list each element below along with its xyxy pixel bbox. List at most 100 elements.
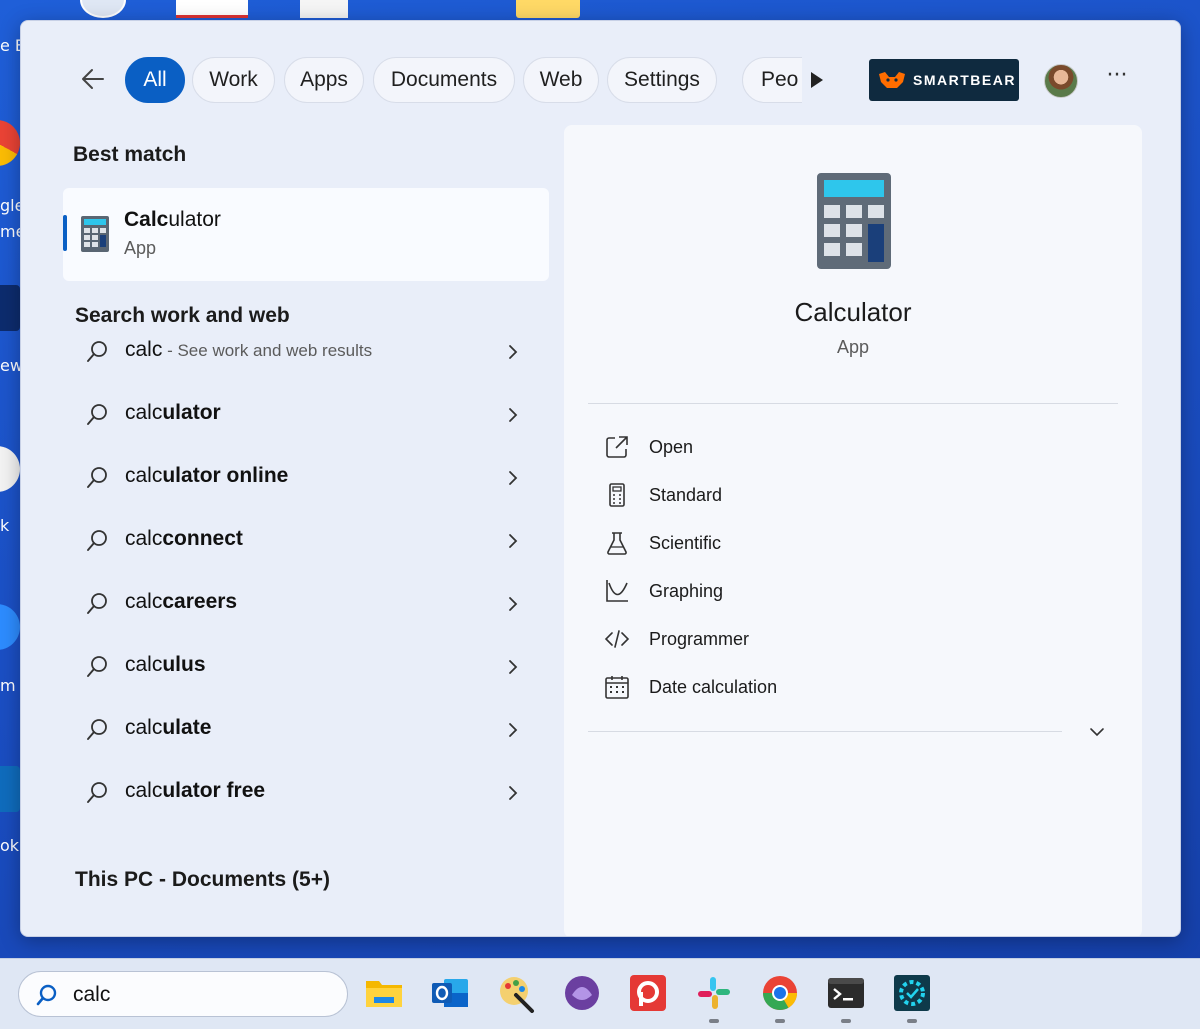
search-panel: All Work Apps Documents Web Settings Peo… [20,20,1181,937]
desktop-left-strip: e Bi gle me ew k m ok [0,0,20,960]
tab-settings[interactable]: Settings [607,57,717,103]
suggestion-row[interactable]: calculate [75,705,535,755]
suggestion-prefix: calc [125,464,163,487]
suggestion-prefix: calc [125,716,163,739]
suggestion-row[interactable]: calcconnect [75,516,535,566]
search-input[interactable] [73,980,333,1010]
desktop-document-icon[interactable] [300,0,348,18]
documents-heading[interactable]: This PC - Documents (5+) [75,868,330,892]
action-scientific[interactable]: Scientific [604,525,1004,561]
suggestion-row[interactable]: calculus [75,642,535,692]
pocket-casts-icon[interactable] [628,973,668,1013]
calculator-large-icon [817,173,891,269]
best-match-type: App [124,238,157,258]
org-logo[interactable]: SMARTBEAR [869,59,1019,101]
action-label: Graphing [649,581,724,601]
terminal-icon[interactable] [826,973,866,1013]
action-label: Scientific [649,533,722,553]
search-icon [87,719,107,740]
suggestion-text: calculate [125,716,211,740]
more-options-icon[interactable]: ··· [1103,65,1131,89]
tab-documents[interactable]: Documents [373,57,515,103]
suggestion-completion: ulator free [162,779,266,802]
chrome-desktop-icon[interactable] [0,120,20,166]
suggestion-completion: connect [162,527,243,550]
suggestion-text: calculator [125,401,221,425]
action-label: Standard [649,485,723,505]
code-icon [604,630,630,648]
settings-gear-icon[interactable] [892,973,932,1013]
chevron-right-icon[interactable] [507,469,519,487]
chevron-right-icon[interactable] [507,343,519,361]
tab-all[interactable]: All [125,57,185,103]
suggestion-row[interactable]: calc - See work and web results [75,327,535,377]
suggestion-hint: - See work and web results [162,341,373,360]
file-explorer-icon[interactable] [364,973,404,1013]
search-icon [87,656,107,677]
chevron-right-icon[interactable] [507,658,519,676]
chevron-right-icon[interactable] [507,595,519,613]
detail-title: Calculator [794,297,912,327]
desktop-shortcut-icon[interactable] [66,0,126,18]
outlook-icon[interactable] [430,973,470,1013]
chevron-right-icon[interactable] [507,532,519,550]
chevron-right-icon[interactable] [507,784,519,802]
matched-text: Calc [124,208,169,231]
chevron-right-icon[interactable] [507,721,519,739]
desktop-label: ew [0,356,20,375]
tab-apps[interactable]: Apps [284,57,364,103]
running-indicator [907,1019,917,1023]
paint-icon[interactable] [496,973,536,1013]
chevron-down-icon[interactable] [1088,725,1106,739]
app-detail-card: Calculator App Open Standard Scientific [564,125,1142,936]
suggestion-row[interactable]: calccareers [75,579,535,629]
suggestion-text: calcconnect [125,527,243,551]
taskbar [0,958,1200,1029]
action-open[interactable]: Open [604,429,1004,465]
chrome-icon[interactable] [760,973,800,1013]
divider [588,731,1062,732]
outlook-desktop-icon[interactable] [0,766,20,812]
desktop-recorder-icon[interactable] [176,0,248,18]
suggestion-row[interactable]: calculator [75,390,535,440]
desktop-folder-icon[interactable] [516,0,580,18]
slack-icon[interactable] [694,973,734,1013]
chevron-right-icon[interactable] [507,406,519,424]
play-icon[interactable] [807,69,827,91]
zoom-desktop-icon[interactable] [0,604,20,650]
suggestion-text: calculator free [125,779,265,803]
running-indicator [775,1019,785,1023]
action-programmer[interactable]: Programmer [604,621,1004,657]
desktop-label: m [0,676,16,695]
suggestion-completion: ulator [162,401,221,424]
action-date-calculation[interactable]: Date calculation [604,669,1004,705]
calendar-icon [605,676,629,699]
best-match-heading: Best match [73,143,187,166]
action-label: Programmer [649,629,750,649]
video-app-desktop-icon[interactable] [0,285,20,331]
suggestion-row[interactable]: calculator online [75,453,535,503]
suggestion-row[interactable]: calculator free [75,768,535,818]
slack-desktop-icon[interactable] [0,446,20,492]
suggestion-completion: ulator online [162,464,289,487]
tab-web[interactable]: Web [523,57,599,103]
avatar[interactable] [1044,64,1078,98]
tab-people[interactable]: Peo [742,57,802,103]
search-icon [87,782,107,803]
open-external-icon [606,436,628,458]
back-arrow-icon[interactable] [79,65,107,93]
best-match-card[interactable]: Calculator App [63,188,549,281]
action-standard[interactable]: Standard [604,477,1004,513]
suggestion-prefix: calc [125,590,163,613]
selection-indicator [63,215,67,251]
taskbar-search[interactable] [18,971,348,1017]
action-graphing[interactable]: Graphing [604,573,1004,609]
calculator-app-icon [81,216,109,252]
divider [588,403,1118,404]
tab-work[interactable]: Work [192,57,275,103]
best-match-name: Calculator [124,208,221,232]
suggestion-prefix: calc [125,653,163,676]
flask-icon [607,532,627,555]
visual-studio-icon[interactable] [562,973,602,1013]
tab-people-clipped[interactable]: Peo [742,57,802,103]
